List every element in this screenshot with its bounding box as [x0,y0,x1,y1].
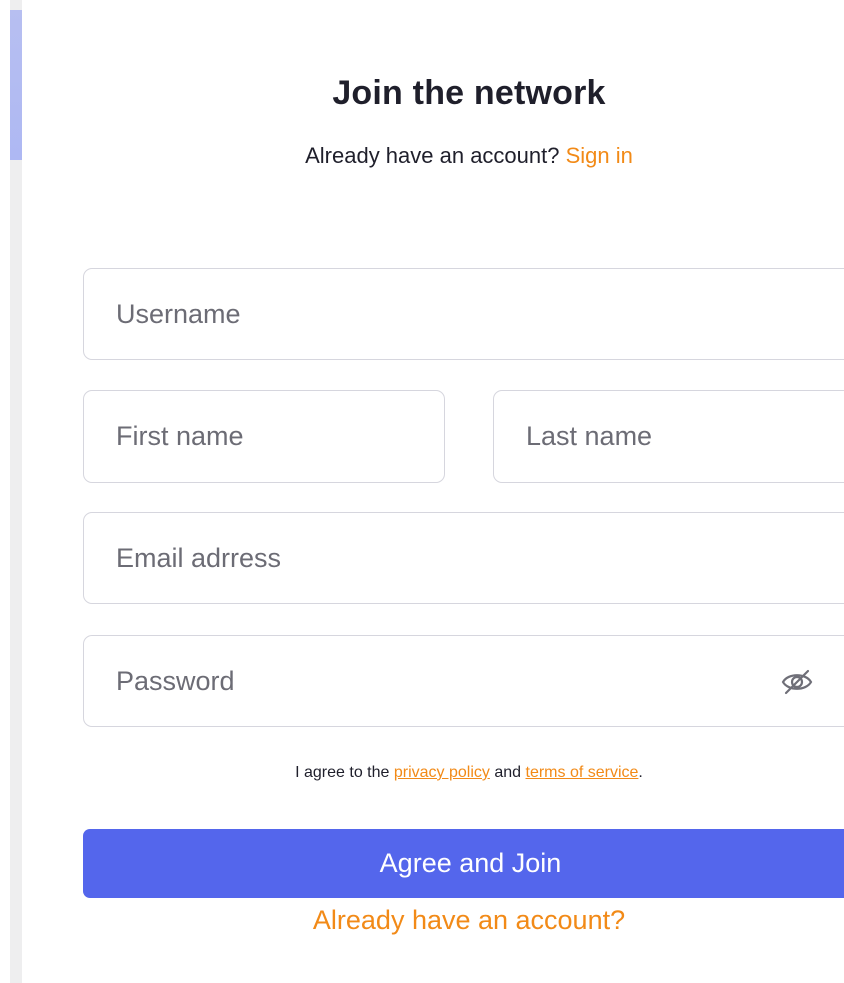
password-input[interactable] [84,636,844,726]
username-field[interactable] [83,268,844,360]
signin-prompt-text: Already have an account? [305,143,560,168]
consent-suffix: . [638,764,643,781]
consent-conjunction: and [494,764,522,781]
agree-and-join-button[interactable]: Agree and Join [83,829,844,898]
password-field[interactable] [83,635,844,727]
sign-in-link[interactable]: Sign in [566,143,633,168]
terms-of-service-link[interactable]: terms of service [526,764,639,781]
signup-page: Join the network Already have an account… [0,0,844,983]
privacy-policy-link[interactable]: privacy policy [394,764,490,781]
last-name-field[interactable] [493,390,844,483]
scrollbar-track[interactable] [10,0,22,983]
username-input[interactable] [84,269,844,359]
first-name-input[interactable] [84,391,444,482]
page-title: Join the network [332,74,606,112]
scrollbar-thumb[interactable] [10,10,22,160]
email-input[interactable] [84,513,844,603]
email-field[interactable] [83,512,844,604]
first-name-field[interactable] [83,390,445,483]
already-have-account-link[interactable]: Already have an account? [22,905,844,936]
consent-prefix: I agree to the [295,764,390,781]
last-name-input[interactable] [494,391,844,482]
eye-slash-icon[interactable] [780,667,814,697]
terms-consent: I agree to the privacy policy and terms … [22,764,844,782]
signin-prompt: Already have an account? Sign in [22,143,844,169]
